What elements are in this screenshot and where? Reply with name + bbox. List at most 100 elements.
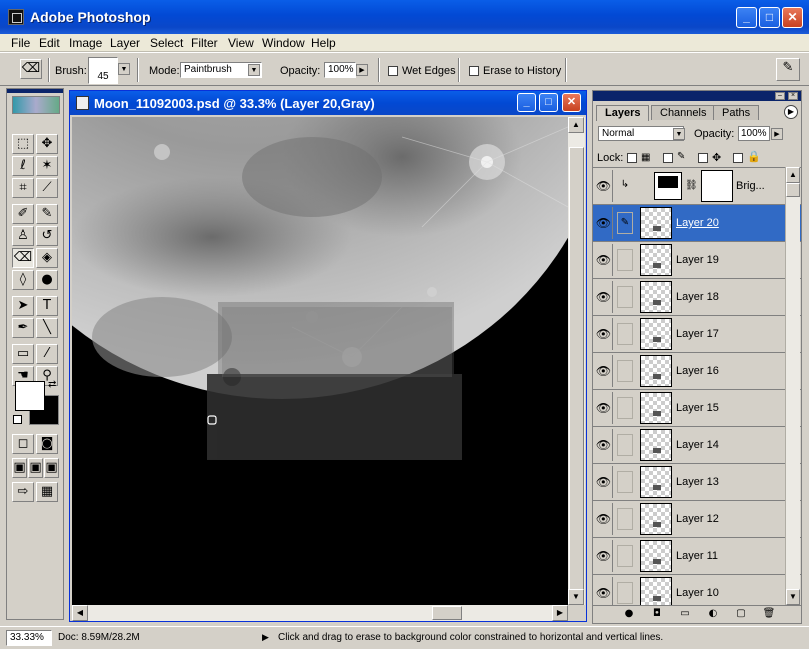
link-box[interactable]	[617, 249, 633, 271]
layer-row[interactable]: 👁 Layer 13	[593, 463, 801, 500]
link-box[interactable]	[617, 508, 633, 530]
jump-to-imageready-icon[interactable]: ⇨	[12, 482, 34, 502]
palette-close-icon[interactable]: ×	[788, 92, 798, 100]
menu-layer[interactable]: Layer	[110, 36, 140, 50]
healing-brush-tool-icon[interactable]: ✐	[12, 204, 34, 224]
link-box[interactable]	[617, 582, 633, 604]
crop-tool-icon[interactable]: ⌗	[12, 178, 34, 198]
brush-tool-icon[interactable]: ✎	[36, 204, 58, 224]
add-layer-mask-icon[interactable]: ◘	[649, 608, 665, 622]
layer-opacity-arrow-icon[interactable]: ▶	[771, 128, 783, 140]
imageready-icon[interactable]: ▦	[36, 482, 58, 502]
menu-file[interactable]: File	[11, 36, 30, 50]
layer-row[interactable]: 👁 Layer 12	[593, 500, 801, 537]
status-arrow-icon[interactable]: ▶	[262, 632, 269, 643]
eyedropper-tool-icon[interactable]: ⁄	[36, 344, 58, 364]
new-layer-icon[interactable]: ▢	[733, 608, 749, 622]
visibility-eye-icon[interactable]: 👁	[595, 577, 613, 605]
blend-mode-dropdown-arrow-icon[interactable]: ▼	[673, 128, 685, 140]
layer-row[interactable]: 👁 ✎ Layer 20	[593, 204, 801, 241]
blur-tool-icon[interactable]: ◊	[12, 270, 34, 290]
clone-stamp-tool-icon[interactable]: ♙	[12, 226, 34, 246]
eraser-tool-preset-icon[interactable]: ⌫	[20, 59, 42, 79]
slice-tool-icon[interactable]: ⟋	[36, 178, 58, 198]
notes-tool-icon[interactable]: ▭	[12, 344, 34, 364]
scroll-left-arrow-icon[interactable]: ◀	[72, 605, 88, 621]
tab-layers[interactable]: Layers	[596, 105, 650, 121]
foreground-color-swatch[interactable]	[15, 381, 45, 411]
layer-mask-thumbnail[interactable]	[701, 170, 733, 202]
image-canvas[interactable]	[72, 117, 568, 605]
layer-row[interactable]: 👁 Layer 10	[593, 574, 801, 605]
visibility-eye-icon[interactable]: 👁	[595, 281, 613, 313]
swap-colors-icon[interactable]: ⇄	[48, 379, 56, 390]
scroll-down-arrow-icon[interactable]: ▼	[568, 589, 584, 605]
type-tool-icon[interactable]: T	[36, 296, 58, 316]
link-box[interactable]	[617, 545, 633, 567]
horizontal-scrollbar[interactable]: ◀ ▶	[72, 605, 568, 621]
menu-select[interactable]: Select	[150, 36, 183, 50]
maximize-button[interactable]: □	[759, 7, 780, 28]
layer-row-adjustment[interactable]: 👁 ↳ ⛓ Brig...	[593, 167, 801, 204]
full-screen-menu-mode-icon[interactable]: ▣	[28, 458, 43, 478]
lock-all-checkbox[interactable]	[733, 153, 743, 163]
link-box[interactable]	[617, 360, 633, 382]
layers-scroll-thumb[interactable]	[786, 183, 800, 197]
visibility-eye-icon[interactable]: 👁	[595, 355, 613, 387]
marquee-tool-icon[interactable]: ⬚	[12, 134, 34, 154]
scroll-up-arrow-icon[interactable]: ▲	[568, 117, 584, 133]
add-layer-style-icon[interactable]: ●	[621, 608, 637, 622]
lasso-tool-icon[interactable]: ℓ	[12, 156, 34, 176]
paint-bucket-tool-icon[interactable]: ◈	[36, 248, 58, 268]
full-screen-mode-icon[interactable]: ▣	[44, 458, 59, 478]
pen-tool-icon[interactable]: ✒	[12, 318, 34, 338]
link-box[interactable]	[617, 471, 633, 493]
scroll-right-arrow-icon[interactable]: ▶	[552, 605, 568, 621]
visibility-eye-icon[interactable]: 👁	[595, 429, 613, 461]
layer-row[interactable]: 👁 Layer 17	[593, 315, 801, 352]
opacity-field[interactable]: 100%	[324, 62, 356, 78]
link-box[interactable]	[617, 434, 633, 456]
standard-screen-mode-icon[interactable]: ▣	[12, 458, 27, 478]
tab-paths[interactable]: Paths	[713, 105, 760, 120]
menu-view[interactable]: View	[228, 36, 254, 50]
layers-scroll-down-arrow-icon[interactable]: ▼	[786, 589, 800, 605]
link-box[interactable]	[617, 323, 633, 345]
visibility-eye-icon[interactable]: 👁	[595, 244, 613, 276]
eraser-tool-icon[interactable]: ⌫	[12, 248, 34, 268]
menu-edit[interactable]: Edit	[39, 36, 60, 50]
link-box[interactable]	[617, 397, 633, 419]
layers-scrollbar[interactable]: ▲ ▼	[785, 167, 800, 605]
erase-to-history-checkbox[interactable]	[469, 66, 479, 76]
visibility-eye-icon[interactable]: 👁	[595, 540, 613, 572]
minimize-button[interactable]: _	[736, 7, 757, 28]
visibility-eye-icon[interactable]: 👁	[595, 466, 613, 498]
menu-help[interactable]: Help	[311, 36, 336, 50]
document-close-button[interactable]: ✕	[562, 93, 581, 112]
zoom-field[interactable]: 33.33%	[6, 630, 52, 646]
close-button[interactable]: ✕	[782, 7, 803, 28]
layer-row[interactable]: 👁 Layer 16	[593, 352, 801, 389]
brush-dropdown-arrow-icon[interactable]: ▼	[118, 63, 130, 75]
new-adjustment-layer-icon[interactable]: ◐	[705, 608, 721, 622]
path-selection-tool-icon[interactable]: ➤	[12, 296, 34, 316]
visibility-eye-icon[interactable]: 👁	[595, 392, 613, 424]
line-tool-icon[interactable]: ╲	[36, 318, 58, 338]
visibility-eye-icon[interactable]: 👁	[595, 170, 613, 202]
move-tool-icon[interactable]: ✥	[36, 134, 58, 154]
standard-mode-icon[interactable]: ◻	[12, 434, 34, 454]
link-box[interactable]	[617, 286, 633, 308]
wet-edges-checkbox[interactable]	[388, 66, 398, 76]
visibility-eye-icon[interactable]: 👁	[595, 503, 613, 535]
new-layer-set-icon[interactable]: ▭	[677, 608, 693, 622]
visibility-eye-icon[interactable]: 👁	[595, 318, 613, 350]
palette-well-brush-icon[interactable]: ✎	[776, 58, 800, 81]
visibility-eye-icon[interactable]: 👁	[595, 207, 613, 239]
vertical-scrollbar[interactable]: ▲ ▼	[568, 117, 585, 605]
quick-mask-mode-icon[interactable]: ◙	[36, 434, 58, 454]
layer-row[interactable]: 👁 Layer 19	[593, 241, 801, 278]
magic-wand-tool-icon[interactable]: ✶	[36, 156, 58, 176]
menu-filter[interactable]: Filter	[191, 36, 218, 50]
adobe-online-icon[interactable]	[12, 96, 60, 114]
layer-opacity-field[interactable]: 100%	[738, 126, 770, 141]
